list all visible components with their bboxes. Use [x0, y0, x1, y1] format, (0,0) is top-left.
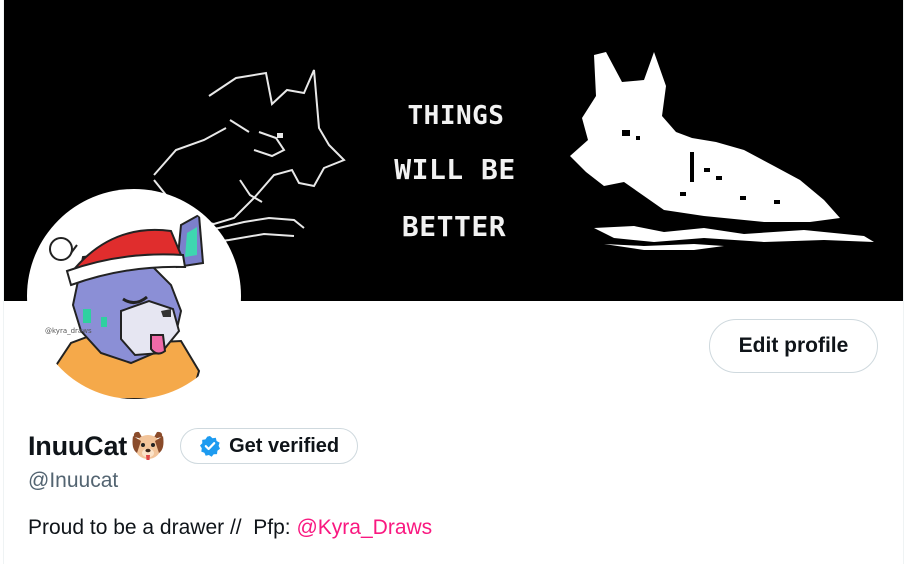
banner-text-line-1: THINGS — [408, 101, 505, 131]
name-row: InuuCat Get verified — [28, 426, 359, 466]
profile-page: THINGS WILL BE BETTER @kyra_draws Edit p… — [0, 0, 908, 564]
right-border — [903, 0, 908, 564]
avatar-signature: @kyra_draws — [45, 327, 92, 335]
profile-bio: Proud to be a drawer // Pfp: @Kyra_Draws — [28, 516, 432, 540]
display-name: InuuCat — [28, 430, 128, 461]
banner-text: THINGS WILL BE BETTER — [394, 101, 516, 243]
banner-text-line-2: WILL BE — [394, 153, 516, 186]
get-verified-label: Get verified — [229, 434, 340, 457]
banner-text-line-3: BETTER — [402, 210, 506, 243]
dog-face-icon — [129, 427, 167, 465]
user-handle: @Inuucat — [28, 469, 119, 492]
edit-profile-button[interactable]: Edit profile — [709, 319, 878, 373]
profile-avatar[interactable]: @kyra_draws — [27, 189, 241, 403]
get-verified-button[interactable]: Get verified — [180, 428, 359, 464]
bio-text: Proud to be a drawer // Pfp: — [28, 516, 297, 539]
verified-badge-icon — [199, 435, 221, 457]
bio-mention-link[interactable]: @Kyra_Draws — [296, 516, 432, 539]
avatar-artwork: @kyra_draws — [31, 193, 237, 399]
